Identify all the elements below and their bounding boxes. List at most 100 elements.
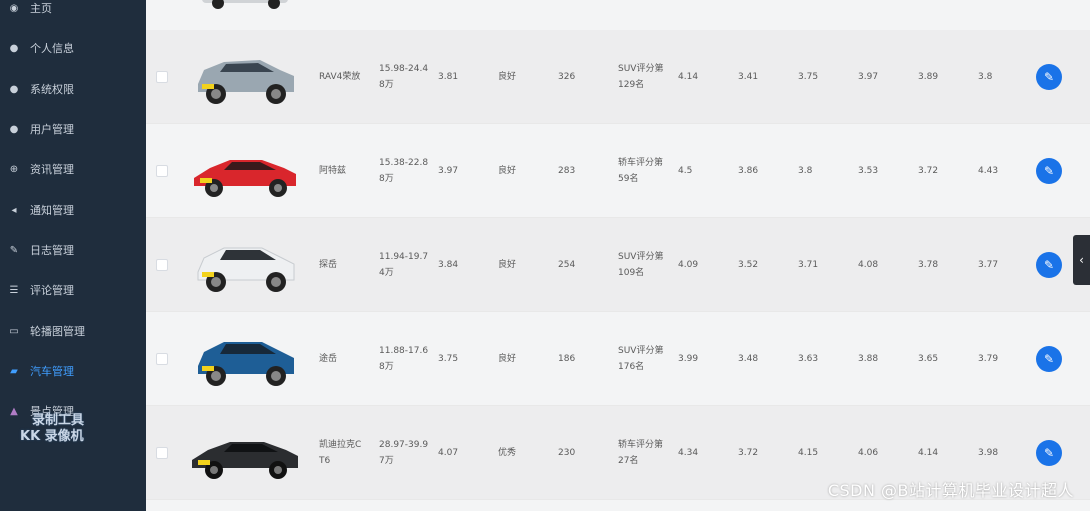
review-count: 230 (558, 447, 576, 458)
car-image (194, 160, 296, 197)
car-icon: ▰ (10, 365, 18, 377)
car-price: 11.88-17.6 8万 (379, 343, 428, 375)
sub-score: 4.09 (678, 259, 699, 270)
edit-button[interactable]: ✎ (1036, 439, 1062, 466)
user-icon: ● (9, 42, 19, 54)
sidebar-item-users[interactable]: ● 用户管理 (0, 109, 146, 149)
table-row: 阿特兹 15.38-22.8 8万 3.97 良好 283 轿车评分第 59名 4.… (146, 124, 1090, 218)
rating: 良好 (498, 259, 517, 270)
rank-line: 129名 (618, 79, 645, 90)
sub-score: 4.14 (678, 71, 699, 82)
sub-score: 4.34 (678, 447, 699, 458)
car-image (197, 247, 295, 292)
sub-score: 3.97 (858, 71, 879, 82)
sub-score: 3.41 (738, 71, 759, 82)
sidebar-item-carousel[interactable]: ▭ 轮播图管理 (0, 311, 146, 351)
price-line: 11.88-17.6 (379, 345, 429, 356)
rank: 轿车评分第 27名 (618, 437, 663, 469)
score: 3.84 (438, 259, 459, 270)
sidebar-item-logs[interactable]: ✎ 日志管理 (0, 230, 146, 270)
car-name: RAV4荣放 (319, 71, 361, 82)
edit-button[interactable]: ✎ (1036, 345, 1062, 372)
sidebar-item-label: 汽车管理 (30, 365, 74, 378)
sub-score: 4.15 (798, 447, 819, 458)
price-line: 8万 (379, 361, 394, 372)
review-count: 186 (558, 353, 576, 364)
rating: 良好 (498, 165, 517, 176)
table-row (146, 0, 1090, 31)
sub-score: 3.63 (798, 353, 819, 364)
feather-icon: ✎ (9, 244, 19, 256)
sidebar-item-label: 资讯管理 (30, 163, 74, 176)
sub-score: 3.53 (858, 165, 879, 176)
sidebar-item-news[interactable]: ⊕ 资讯管理 (0, 149, 146, 189)
sub-score: 3.65 (918, 353, 939, 364)
car-price: 15.98-24.4 8万 (379, 61, 428, 93)
car-image (192, 442, 298, 479)
sidebar-item-label: 主页 (30, 2, 52, 15)
price-line: 7万 (379, 455, 394, 466)
rating: 优秀 (498, 447, 517, 458)
car-price: 15.38-22.8 8万 (379, 155, 428, 187)
sub-score: 3.48 (738, 353, 759, 364)
rank-line: 27名 (618, 455, 639, 466)
dashboard-icon: ◉ (9, 2, 19, 14)
sidebar-item-comments[interactable]: ☰ 评论管理 (0, 270, 146, 310)
rating: 良好 (498, 353, 517, 364)
price-line: 4万 (379, 267, 394, 278)
review-count: 283 (558, 165, 576, 176)
rank-line: SUV评分第 (618, 63, 664, 74)
sidebar-item-label: 日志管理 (30, 244, 74, 257)
row-checkbox[interactable] (156, 258, 168, 271)
score: 3.75 (438, 353, 459, 364)
sub-score: 3.8 (798, 165, 813, 176)
sidebar-item-permissions[interactable]: ● 系统权限 (0, 69, 146, 109)
sub-score: 3.88 (858, 353, 879, 364)
bell-icon: ◂ (11, 204, 17, 216)
row-checkbox[interactable] (156, 446, 168, 459)
sub-score: 3.72 (918, 165, 939, 176)
score: 3.97 (438, 165, 459, 176)
sidebar-item-home[interactable]: ◉ 主页 (0, 0, 146, 28)
rank-line: 109名 (618, 267, 645, 278)
score: 4.07 (438, 447, 459, 458)
sidebar-item-profile[interactable]: ● 个人信息 (0, 28, 146, 68)
rank-line: 59名 (618, 173, 639, 184)
row-checkbox[interactable] (156, 70, 168, 83)
car-price: 28.97-39.9 7万 (379, 437, 428, 469)
sub-score: 3.99 (678, 353, 699, 364)
recorder-watermark: 录制工具 KK 录像机 (20, 413, 84, 445)
price-line: 15.98-24.4 (379, 63, 429, 74)
user-icon: ● (9, 83, 19, 95)
sidebar-item-cars[interactable]: ▰ 汽车管理 (0, 351, 146, 391)
sidebar-item-notices[interactable]: ◂ 通知管理 (0, 190, 146, 230)
sub-score: 3.98 (978, 447, 999, 458)
row-checkbox[interactable] (156, 164, 168, 177)
car-name-line: T6 (319, 455, 331, 466)
sidebar-item-label: 系统权限 (30, 83, 74, 96)
sub-score: 3.77 (978, 259, 999, 270)
sidebar-item-label: 用户管理 (30, 123, 74, 136)
sidebar: ◉ 主页 ● 个人信息 ● 系统权限 ● 用户管理 ⊕ 资讯管理 ◂ 通知管理 … (0, 0, 146, 511)
collapse-panel-tab[interactable]: ‹ (1073, 235, 1090, 285)
price-line: 8万 (379, 79, 394, 90)
sub-score: 4.06 (858, 447, 879, 458)
car-table: RAV4荣放 15.98-24.4 8万 3.81 良好 326 SUV评分第 12… (146, 0, 1090, 511)
sub-score: 4.5 (678, 165, 693, 176)
edit-button[interactable]: ✎ (1036, 157, 1062, 184)
price-line: 11.94-19.7 (379, 251, 429, 262)
edit-button[interactable]: ✎ (1036, 251, 1062, 278)
car-name: 探岳 (319, 259, 338, 270)
car-name-line: 凯迪拉克C (319, 439, 362, 450)
sidebar-item-label: 评论管理 (30, 284, 74, 297)
review-count: 326 (558, 71, 576, 82)
row-checkbox[interactable] (156, 352, 168, 365)
sub-score: 3.72 (738, 447, 759, 458)
car-price: 11.94-19.7 4万 (379, 249, 428, 281)
sub-score: 3.52 (738, 259, 759, 270)
sub-score: 4.43 (978, 165, 999, 176)
sidebar-item-label: 通知管理 (30, 204, 74, 217)
sub-score: 3.79 (978, 353, 999, 364)
edit-button[interactable]: ✎ (1036, 63, 1062, 90)
rank: SUV评分第 129名 (618, 61, 663, 93)
